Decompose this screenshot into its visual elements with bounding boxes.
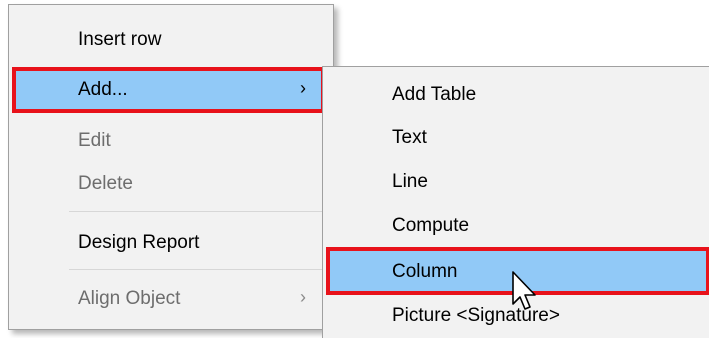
menu-item-label: Align Object — [78, 288, 181, 309]
menu-item-label: Add... — [78, 79, 128, 100]
menu-item-edit[interactable]: Edit — [9, 120, 333, 162]
submenu-item-compute[interactable]: Compute — [323, 205, 709, 247]
menu-item-delete[interactable]: Delete — [9, 163, 333, 205]
menu-separator — [69, 269, 329, 270]
menu-item-label: Design Report — [78, 232, 200, 253]
submenu-arrow-icon: › — [300, 287, 306, 307]
submenu-item-label: Column — [392, 261, 458, 282]
submenu-item-label: Compute — [392, 215, 470, 236]
submenu-item-line[interactable]: Line — [323, 161, 709, 203]
menu-item-label: Edit — [78, 130, 111, 151]
mouse-pointer-icon — [512, 271, 536, 310]
submenu-item-label: Add Table — [392, 84, 477, 105]
submenu-item-add-table[interactable]: Add Table — [323, 74, 709, 116]
menu-item-insert-row[interactable]: Insert row — [9, 19, 333, 61]
submenu-arrow-icon: › — [300, 78, 306, 98]
submenu-item-label: Line — [392, 171, 428, 192]
menu-separator — [69, 211, 329, 212]
menu-item-label: Insert row — [78, 29, 162, 50]
menu-item-align-object[interactable]: Align Object › — [9, 278, 333, 320]
submenu-item-text[interactable]: Text — [323, 117, 709, 159]
menu-item-add[interactable]: Add... › — [9, 69, 333, 111]
submenu-item-label: Text — [392, 127, 427, 148]
context-menu: Insert row Add... › Edit Delete Design R… — [8, 4, 334, 330]
menu-item-design-report[interactable]: Design Report — [9, 222, 333, 264]
menu-item-label: Delete — [78, 173, 133, 194]
